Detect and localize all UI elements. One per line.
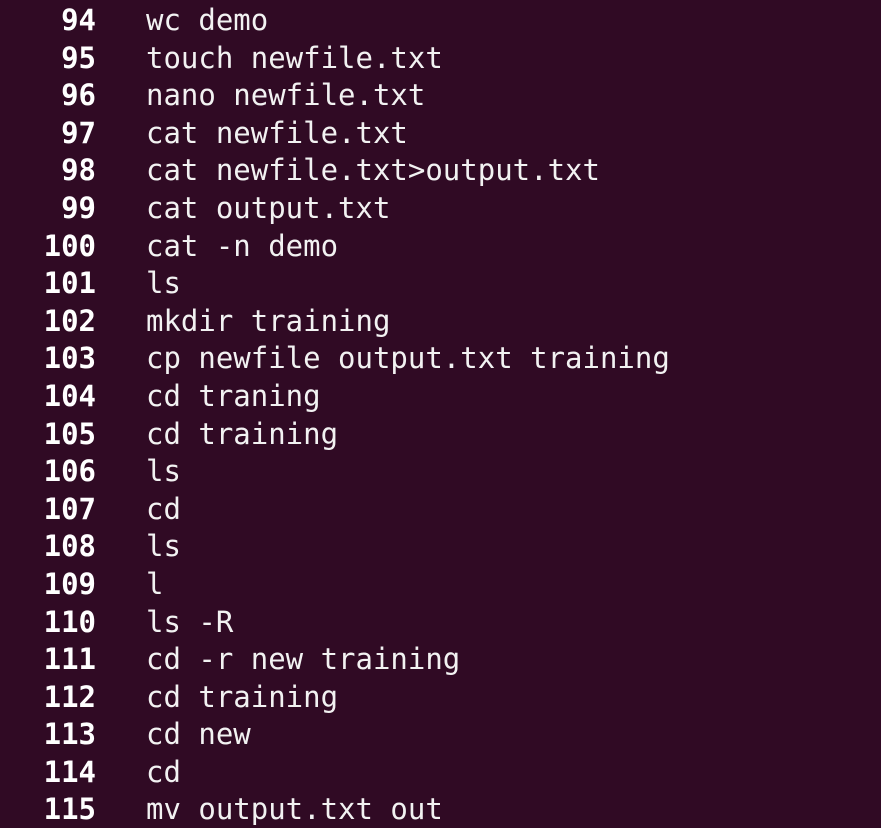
history-command: cd traning bbox=[146, 378, 321, 413]
history-line: 104 cd traning bbox=[0, 378, 881, 416]
history-line-number: 99 bbox=[61, 190, 96, 225]
history-command: cp newfile output.txt training bbox=[146, 341, 670, 376]
history-line: 111 cd -r new training bbox=[0, 641, 881, 679]
history-line-number: 109 bbox=[43, 566, 96, 601]
history-line: 110 ls -R bbox=[0, 604, 881, 642]
history-line-number: 105 bbox=[43, 416, 96, 451]
history-line-number: 113 bbox=[43, 717, 96, 752]
history-line-number: 94 bbox=[61, 3, 96, 37]
history-line: 107 cd bbox=[0, 491, 881, 529]
history-line: 103 cp newfile output.txt training bbox=[0, 340, 881, 378]
history-line-number: 110 bbox=[43, 604, 96, 639]
history-line: 115 mv output.txt out bbox=[0, 791, 881, 828]
history-command: cat -n demo bbox=[146, 228, 339, 263]
history-command: mv output.txt out bbox=[146, 792, 443, 827]
history-command: ls -R bbox=[146, 604, 234, 639]
history-command: l bbox=[146, 566, 164, 601]
history-line: 95 touch newfile.txt bbox=[0, 40, 881, 78]
history-line-number: 102 bbox=[43, 303, 96, 338]
history-line-number: 104 bbox=[43, 378, 96, 413]
history-line: 98 cat newfile.txt>output.txt bbox=[0, 152, 881, 190]
history-line-number: 107 bbox=[43, 491, 96, 526]
history-line-number: 103 bbox=[43, 341, 96, 376]
history-command: wc demo bbox=[146, 3, 269, 37]
history-line: 109 l bbox=[0, 566, 881, 604]
history-command: cat output.txt bbox=[146, 190, 391, 225]
history-command: ls bbox=[146, 454, 181, 489]
history-line: 101 ls bbox=[0, 265, 881, 303]
history-line-number: 95 bbox=[61, 40, 96, 75]
history-line-number: 106 bbox=[43, 454, 96, 489]
history-line: 102 mkdir training bbox=[0, 303, 881, 341]
history-line-number: 114 bbox=[43, 754, 96, 789]
history-line: 108 ls bbox=[0, 528, 881, 566]
history-line: 106 ls bbox=[0, 453, 881, 491]
history-line: 114 cd bbox=[0, 754, 881, 792]
history-line-number: 96 bbox=[61, 78, 96, 113]
history-line: 105 cd training bbox=[0, 416, 881, 454]
history-line: 100 cat -n demo bbox=[0, 228, 881, 266]
history-command: nano newfile.txt bbox=[146, 78, 426, 113]
history-command: cat newfile.txt bbox=[146, 115, 408, 150]
history-command: cat newfile.txt>output.txt bbox=[146, 153, 600, 188]
history-command: mkdir training bbox=[146, 303, 391, 338]
history-line-number: 112 bbox=[43, 679, 96, 714]
history-line-number: 100 bbox=[43, 228, 96, 263]
history-line: 112 cd training bbox=[0, 679, 881, 717]
history-line-number: 98 bbox=[61, 153, 96, 188]
history-line: 113 cd new bbox=[0, 716, 881, 754]
history-line: 99 cat output.txt bbox=[0, 190, 881, 228]
history-line-number: 111 bbox=[43, 642, 96, 677]
history-command: cd -r new training bbox=[146, 642, 461, 677]
history-line-number: 115 bbox=[43, 792, 96, 827]
history-command: cd training bbox=[146, 679, 339, 714]
history-command: ls bbox=[146, 266, 181, 301]
history-line: 96 nano newfile.txt bbox=[0, 77, 881, 115]
terminal-window[interactable]: 94 wc demo 95 touch newfile.txt 96 nano new… bbox=[0, 0, 881, 828]
history-command: ls bbox=[146, 529, 181, 564]
history-line: 94 wc demo bbox=[0, 2, 881, 40]
history-command: cd training bbox=[146, 416, 339, 451]
history-command: touch newfile.txt bbox=[146, 40, 443, 75]
history-line-number: 108 bbox=[43, 529, 96, 564]
history-line-number: 101 bbox=[43, 266, 96, 301]
history-command: cd bbox=[146, 754, 181, 789]
history-command: cd bbox=[146, 491, 181, 526]
history-command: cd new bbox=[146, 717, 251, 752]
history-line: 97 cat newfile.txt bbox=[0, 115, 881, 153]
history-line-number: 97 bbox=[61, 115, 96, 150]
